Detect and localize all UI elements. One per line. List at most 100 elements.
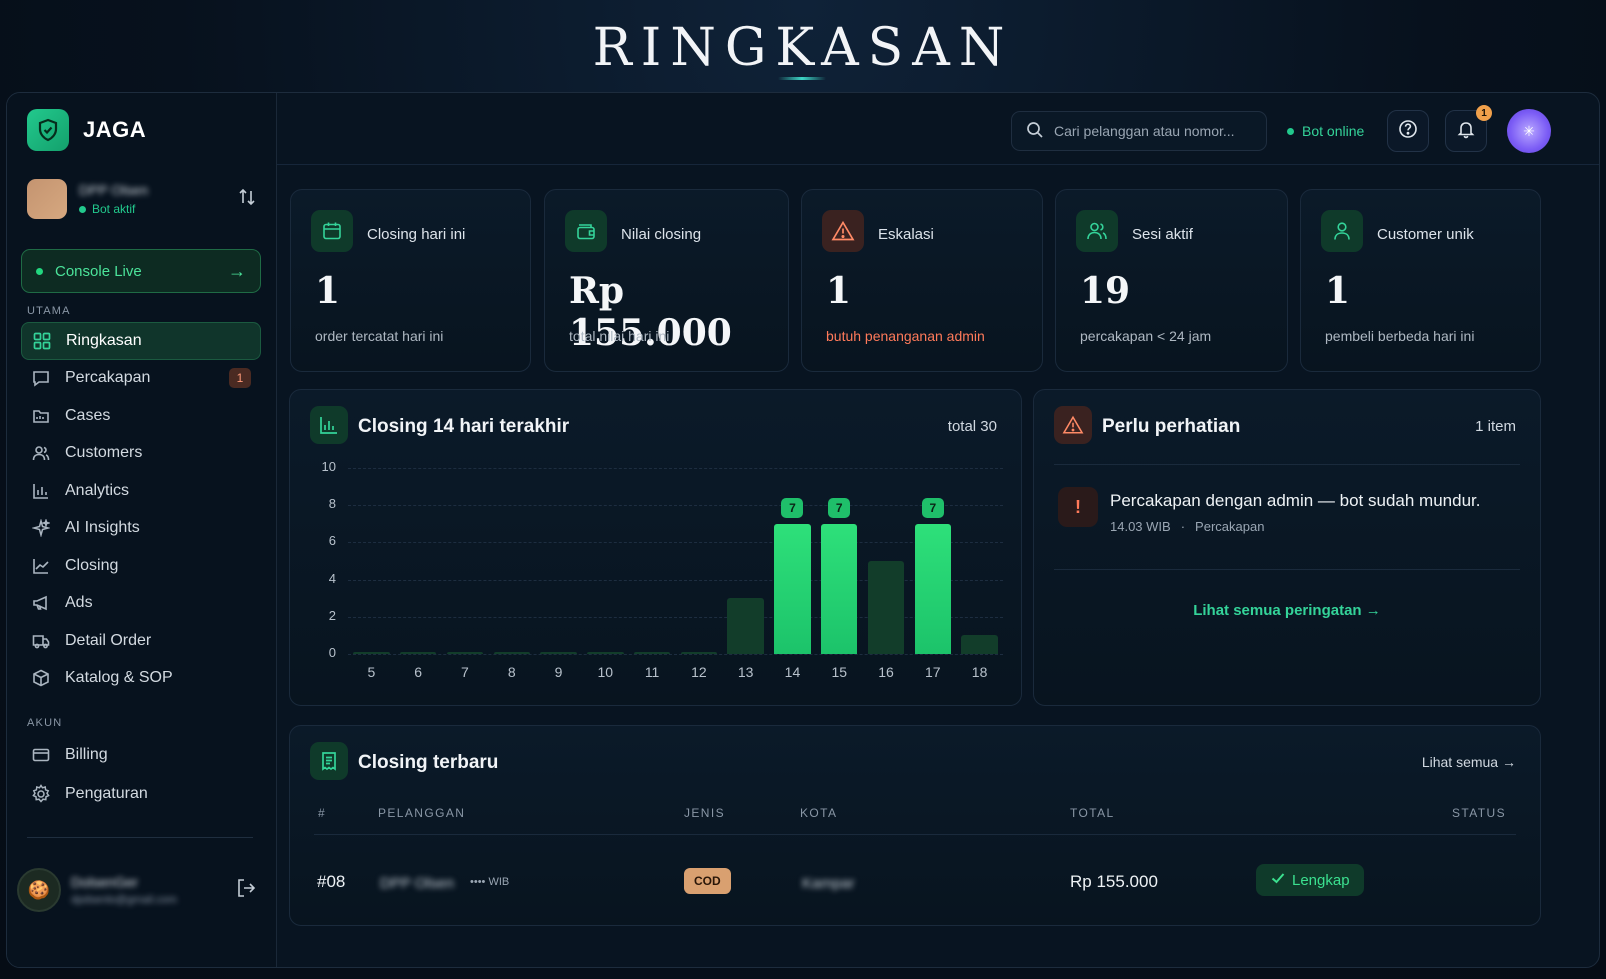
- column-header-customer: PELANGGAN: [378, 806, 466, 820]
- stat-card-unique-customers: Customer unik 1 pembeli berbeda hari ini: [1300, 189, 1541, 372]
- x-tick-label: 13: [737, 664, 754, 680]
- chart-bar[interactable]: [914, 523, 952, 654]
- y-tick-label: 0: [328, 645, 336, 660]
- column-header-type: JENIS: [684, 806, 726, 820]
- sparkle-icon: ✳: [1523, 122, 1535, 139]
- stat-subtext: order tercatat hari ini: [315, 328, 444, 344]
- sidebar-item-closing[interactable]: Closing: [21, 547, 261, 585]
- console-live-label: Console Live: [55, 262, 142, 280]
- gear-icon: [31, 784, 51, 804]
- stat-card-closing-value: Nilai closing Rp 155.000 total nilai har…: [544, 189, 789, 372]
- see-all-alerts-link[interactable]: Lihat semua peringatan →: [1034, 602, 1540, 619]
- truck-icon: [31, 631, 51, 651]
- chart-bar[interactable]: [867, 561, 905, 654]
- user-email: dpdsenlo@gmail.com: [71, 894, 177, 906]
- sidebar: JAGA DPP Olsen Bot aktif Console Live → …: [7, 93, 277, 967]
- x-tick-label: 12: [691, 664, 707, 680]
- users-icon: [1076, 210, 1118, 252]
- sidebar-item-percakapan[interactable]: Percakapan 1: [21, 360, 261, 398]
- chart-bar[interactable]: [680, 652, 718, 654]
- sidebar-item-detail-order[interactable]: Detail Order: [21, 622, 261, 660]
- chart-total: total 30: [947, 418, 997, 435]
- sidebar-item-ai-insights[interactable]: AI Insights: [21, 510, 261, 548]
- grid-line: [348, 654, 1003, 655]
- workspace-avatar: [27, 179, 67, 219]
- sidebar-item-label: Ringkasan: [66, 331, 142, 349]
- y-tick-label: 8: [328, 496, 336, 512]
- chart-bar[interactable]: [821, 523, 858, 654]
- x-tick-label: 9: [554, 664, 563, 680]
- avatar: 🍪: [17, 868, 61, 912]
- sidebar-item-label: Billing: [65, 745, 108, 763]
- notifications-button[interactable]: 1: [1445, 105, 1492, 152]
- chart-bar[interactable]: [399, 652, 437, 654]
- folder-icon: [31, 406, 51, 426]
- chart-bar[interactable]: [587, 652, 624, 654]
- chart-bar[interactable]: [353, 652, 390, 654]
- chart-bar[interactable]: [774, 523, 811, 654]
- sidebar-item-cases[interactable]: Cases: [21, 397, 261, 435]
- search-input[interactable]: Cari pelanggan atau nomor...: [1011, 111, 1267, 151]
- chart-bar[interactable]: [446, 652, 484, 654]
- arrow-right-icon: →: [1365, 602, 1381, 619]
- chart-bar[interactable]: [961, 635, 998, 654]
- warning-icon: [822, 210, 864, 252]
- line-chart-icon: [31, 556, 51, 576]
- console-live-button[interactable]: Console Live →: [21, 249, 261, 293]
- stat-value: 19: [1080, 270, 1131, 312]
- logout-icon[interactable]: [235, 877, 257, 904]
- sidebar-item-ringkasan[interactable]: Ringkasan: [21, 322, 261, 360]
- grid-line: [348, 505, 1003, 507]
- table-divider: [314, 834, 1516, 835]
- order-id: #08: [317, 872, 346, 891]
- warning-icon: [1054, 406, 1092, 444]
- workspace-switcher[interactable]: DPP Olsen Bot aktif: [27, 177, 257, 221]
- stat-value: 1: [1325, 270, 1351, 312]
- sidebar-item-ads[interactable]: Ads: [21, 585, 261, 623]
- swap-icon[interactable]: [237, 187, 257, 212]
- x-tick-label: 15: [831, 664, 848, 680]
- see-all-link[interactable]: Lihat semua →: [1422, 754, 1516, 770]
- sidebar-item-label: Katalog & SOP: [65, 669, 173, 687]
- chart-bar[interactable]: [493, 652, 530, 654]
- chart-bar[interactable]: [540, 652, 577, 654]
- sidebar-item-customers[interactable]: Customers: [21, 435, 261, 473]
- online-dot-icon: [1287, 127, 1294, 135]
- help-button[interactable]: [1387, 110, 1429, 152]
- stat-label: Sesi aktif: [1132, 226, 1193, 243]
- shield-icon: [27, 109, 69, 151]
- unread-badge: 1: [229, 368, 251, 389]
- city: Kampar: [802, 875, 855, 892]
- alert-time: 14.03 WIB: [1110, 519, 1171, 534]
- alerts-title: Perlu perhatian: [1102, 416, 1241, 437]
- sidebar-item-katalog-sop[interactable]: Katalog & SOP: [21, 660, 261, 698]
- y-tick-label: 4: [328, 570, 336, 586]
- user-icon: [1321, 210, 1363, 252]
- brand[interactable]: JAGA: [27, 109, 146, 151]
- notification-badge: 1: [1476, 105, 1492, 121]
- chart-bar[interactable]: [727, 598, 764, 654]
- chart-bar[interactable]: [633, 652, 671, 654]
- payment-type-badge: COD: [684, 868, 731, 894]
- help-icon: [1398, 119, 1418, 144]
- alert-item[interactable]: ! Percakapan dengan admin — bot sudah mu…: [1054, 464, 1520, 570]
- bell-icon: [1456, 119, 1476, 144]
- sidebar-item-label: Percakapan: [65, 369, 151, 387]
- stat-label: Nilai closing: [621, 226, 702, 243]
- sidebar-item-analytics[interactable]: Analytics: [21, 472, 261, 510]
- alerts-count: 1 item: [1475, 418, 1516, 435]
- sidebar-item-label: Customers: [65, 444, 143, 462]
- sidebar-item-pengaturan[interactable]: Pengaturan: [21, 776, 261, 814]
- user-menu-avatar[interactable]: ✳: [1507, 109, 1551, 153]
- user-profile[interactable]: 🍪 DolsenGer dpdsenlo@gmail.com: [17, 865, 257, 915]
- recent-title: Closing terbaru: [358, 752, 499, 773]
- x-tick-label: 8: [507, 664, 516, 680]
- y-tick-label: 2: [328, 607, 336, 623]
- card-icon: [31, 745, 51, 765]
- separator-dot: ·: [1180, 519, 1186, 534]
- x-tick-label: 17: [925, 664, 941, 680]
- chart-card: Closing 14 hari terakhir total 30 0 2 4 6 8 1…: [289, 389, 1022, 706]
- x-tick-label: 7: [461, 664, 469, 680]
- check-icon: [1270, 870, 1286, 890]
- sidebar-item-billing[interactable]: Billing: [21, 736, 261, 774]
